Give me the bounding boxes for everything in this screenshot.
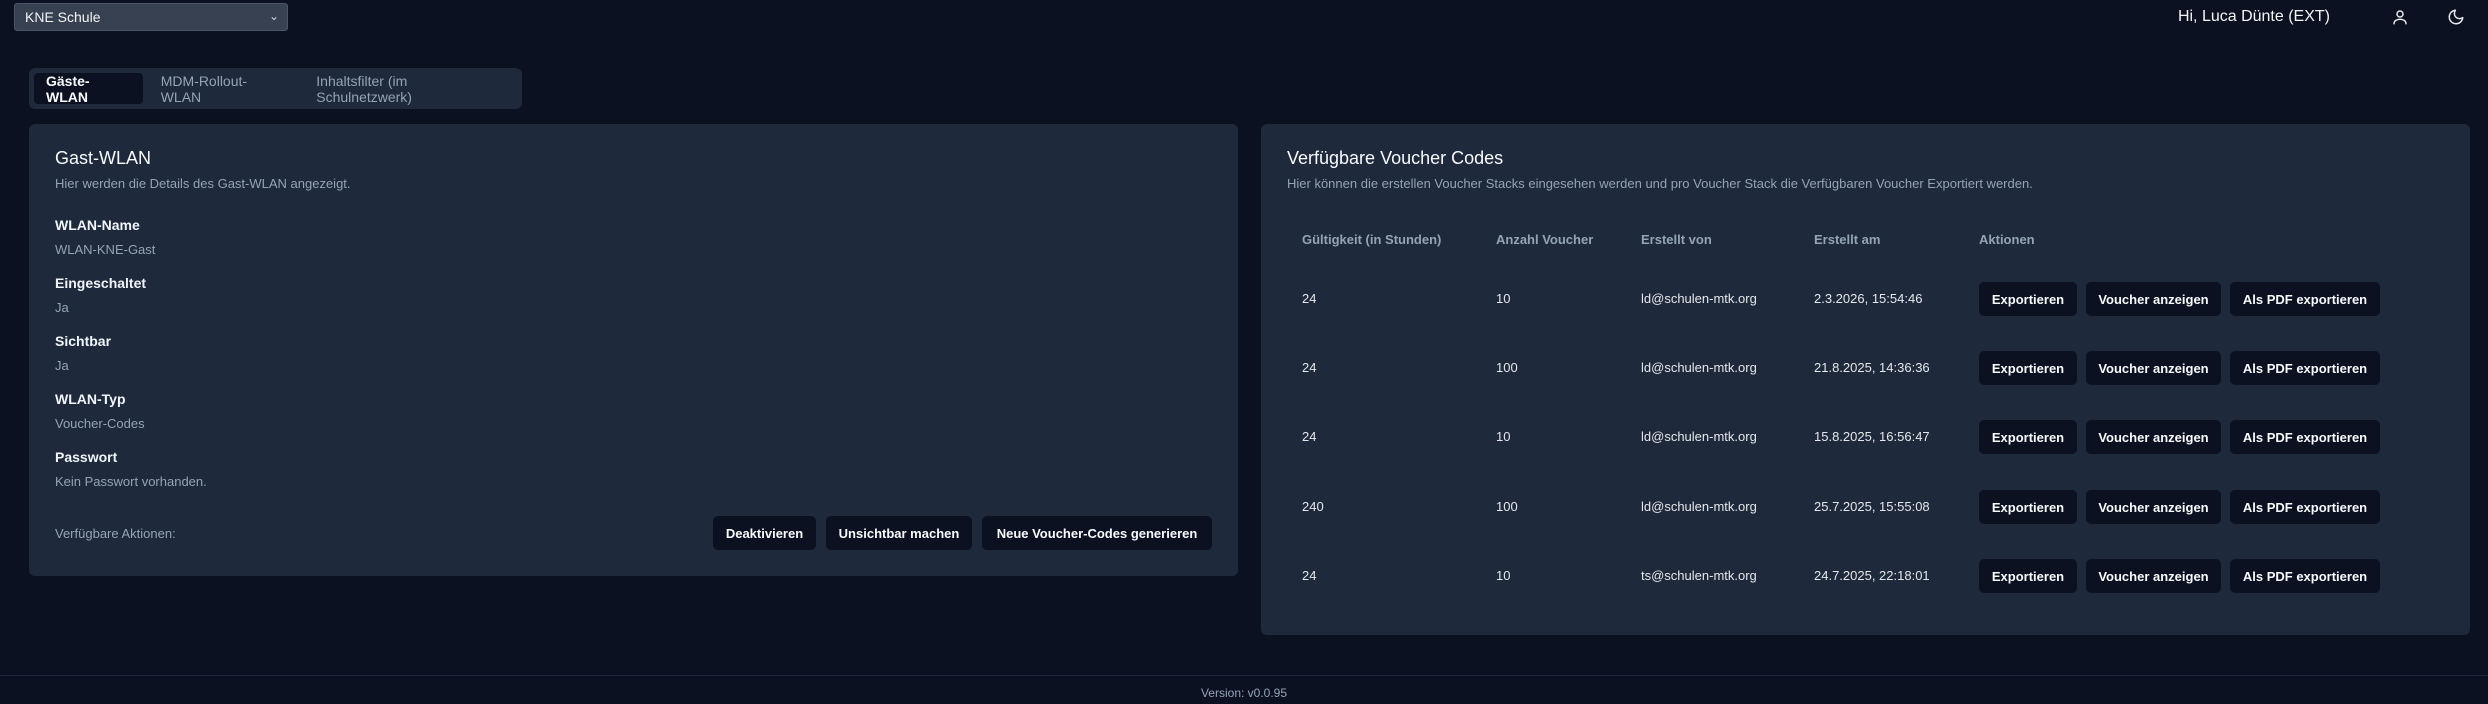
footer-divider bbox=[0, 675, 2488, 676]
moon-icon bbox=[2448, 9, 2464, 25]
available-actions-label: Verfügbare Aktionen: bbox=[55, 526, 176, 541]
export-button[interactable]: Exportieren bbox=[1979, 351, 2077, 385]
school-select[interactable]: KNE Schule ⌄ bbox=[14, 3, 288, 31]
export-button[interactable]: Exportieren bbox=[1979, 420, 2077, 454]
field-label-wlan-name: WLAN-Name bbox=[55, 217, 140, 233]
deactivate-button[interactable]: Deaktivieren bbox=[713, 516, 816, 550]
cell-creator: ts@schulen-mtk.org bbox=[1641, 568, 1757, 583]
cell-creator: ld@schulen-mtk.org bbox=[1641, 499, 1757, 514]
generate-vouchers-button[interactable]: Neue Voucher-Codes generieren bbox=[982, 516, 1212, 550]
column-header-validity: Gültigkeit (in Stunden) bbox=[1302, 232, 1442, 247]
voucher-codes-card: Verfügbare Voucher Codes Hier können die… bbox=[1261, 124, 2470, 635]
column-header-creator: Erstellt von bbox=[1641, 232, 1712, 247]
export-button[interactable]: Exportieren bbox=[1979, 490, 2077, 524]
field-value-visible: Ja bbox=[55, 358, 69, 373]
cell-created: 15.8.2025, 16:56:47 bbox=[1814, 429, 1930, 444]
show-vouchers-button[interactable]: Voucher anzeigen bbox=[2086, 420, 2221, 454]
cell-validity: 24 bbox=[1302, 568, 1317, 583]
cell-created: 21.8.2025, 14:36:36 bbox=[1814, 360, 1930, 375]
show-vouchers-button[interactable]: Voucher anzeigen bbox=[2086, 282, 2221, 316]
tab-bar: Gäste-WLAN MDM-Rollout-WLAN Inhaltsfilte… bbox=[29, 68, 522, 109]
cell-creator: ld@schulen-mtk.org bbox=[1641, 429, 1757, 444]
user-greeting: Hi, Luca Dünte (EXT) bbox=[2177, 8, 2330, 25]
cell-count: 10 bbox=[1496, 429, 1511, 444]
guest-wlan-title: Gast-WLAN bbox=[55, 148, 152, 168]
field-label-enabled: Eingeschaltet bbox=[55, 275, 147, 291]
column-header-actions: Aktionen bbox=[1979, 232, 2035, 247]
tab-inhaltsfilter[interactable]: Inhaltsfilter (im Schulnetzwerk) bbox=[304, 73, 517, 105]
user-profile-button[interactable] bbox=[2382, 0, 2418, 34]
show-vouchers-button[interactable]: Voucher anzeigen bbox=[2086, 559, 2221, 593]
cell-validity: 24 bbox=[1302, 429, 1317, 444]
make-invisible-button[interactable]: Unsichtbar machen bbox=[826, 516, 972, 550]
cell-created: 2.3.2026, 15:54:46 bbox=[1814, 291, 1923, 306]
field-value-wlan-type: Voucher-Codes bbox=[55, 416, 145, 431]
version-label: Version: v0.0.95 bbox=[1200, 686, 1288, 700]
field-label-password: Passwort bbox=[55, 449, 118, 465]
cell-validity: 24 bbox=[1302, 291, 1317, 306]
column-header-created: Erstellt am bbox=[1814, 232, 1881, 247]
field-value-enabled: Ja bbox=[55, 300, 69, 315]
column-header-count: Anzahl Voucher bbox=[1496, 232, 1594, 247]
export-button[interactable]: Exportieren bbox=[1979, 282, 2077, 316]
export-pdf-button[interactable]: Als PDF exportieren bbox=[2230, 351, 2380, 385]
chevron-down-icon: ⌄ bbox=[268, 9, 279, 23]
cell-count: 100 bbox=[1496, 360, 1518, 375]
voucher-codes-title: Verfügbare Voucher Codes bbox=[1287, 148, 1504, 168]
top-bar: KNE Schule ⌄ Hi, Luca Dünte (EXT) bbox=[0, 0, 2488, 34]
user-icon bbox=[2393, 10, 2407, 25]
show-vouchers-button[interactable]: Voucher anzeigen bbox=[2086, 351, 2221, 385]
school-select-value: KNE Schule bbox=[25, 9, 101, 25]
cell-count: 10 bbox=[1496, 291, 1511, 306]
cell-created: 25.7.2025, 15:55:08 bbox=[1814, 499, 1930, 514]
field-label-visible: Sichtbar bbox=[55, 333, 112, 349]
voucher-codes-subtitle: Hier können die erstellen Voucher Stacks… bbox=[1287, 176, 2033, 191]
cell-count: 100 bbox=[1496, 499, 1518, 514]
export-pdf-button[interactable]: Als PDF exportieren bbox=[2230, 490, 2380, 524]
cell-creator: ld@schulen-mtk.org bbox=[1641, 360, 1757, 375]
tab-gaeste-wlan[interactable]: Gäste-WLAN bbox=[34, 73, 143, 105]
export-pdf-button[interactable]: Als PDF exportieren bbox=[2230, 559, 2380, 593]
cell-creator: ld@schulen-mtk.org bbox=[1641, 291, 1757, 306]
export-pdf-button[interactable]: Als PDF exportieren bbox=[2230, 420, 2380, 454]
cell-created: 24.7.2025, 22:18:01 bbox=[1814, 568, 1930, 583]
tab-mdm-rollout-wlan[interactable]: MDM-Rollout-WLAN bbox=[149, 73, 299, 105]
export-pdf-button[interactable]: Als PDF exportieren bbox=[2230, 282, 2380, 316]
cell-validity: 24 bbox=[1302, 360, 1317, 375]
guest-wlan-subtitle: Hier werden die Details des Gast-WLAN an… bbox=[55, 176, 351, 191]
field-label-wlan-type: WLAN-Typ bbox=[55, 391, 126, 407]
field-value-wlan-name: WLAN-KNE-Gast bbox=[55, 242, 156, 257]
export-button[interactable]: Exportieren bbox=[1979, 559, 2077, 593]
theme-toggle-button[interactable] bbox=[2438, 0, 2474, 34]
guest-wlan-card: Gast-WLAN Hier werden die Details des Ga… bbox=[29, 124, 1238, 576]
show-vouchers-button[interactable]: Voucher anzeigen bbox=[2086, 490, 2221, 524]
field-value-password: Kein Passwort vorhanden. bbox=[55, 474, 207, 489]
cell-count: 10 bbox=[1496, 568, 1511, 583]
cell-validity: 240 bbox=[1302, 499, 1324, 514]
